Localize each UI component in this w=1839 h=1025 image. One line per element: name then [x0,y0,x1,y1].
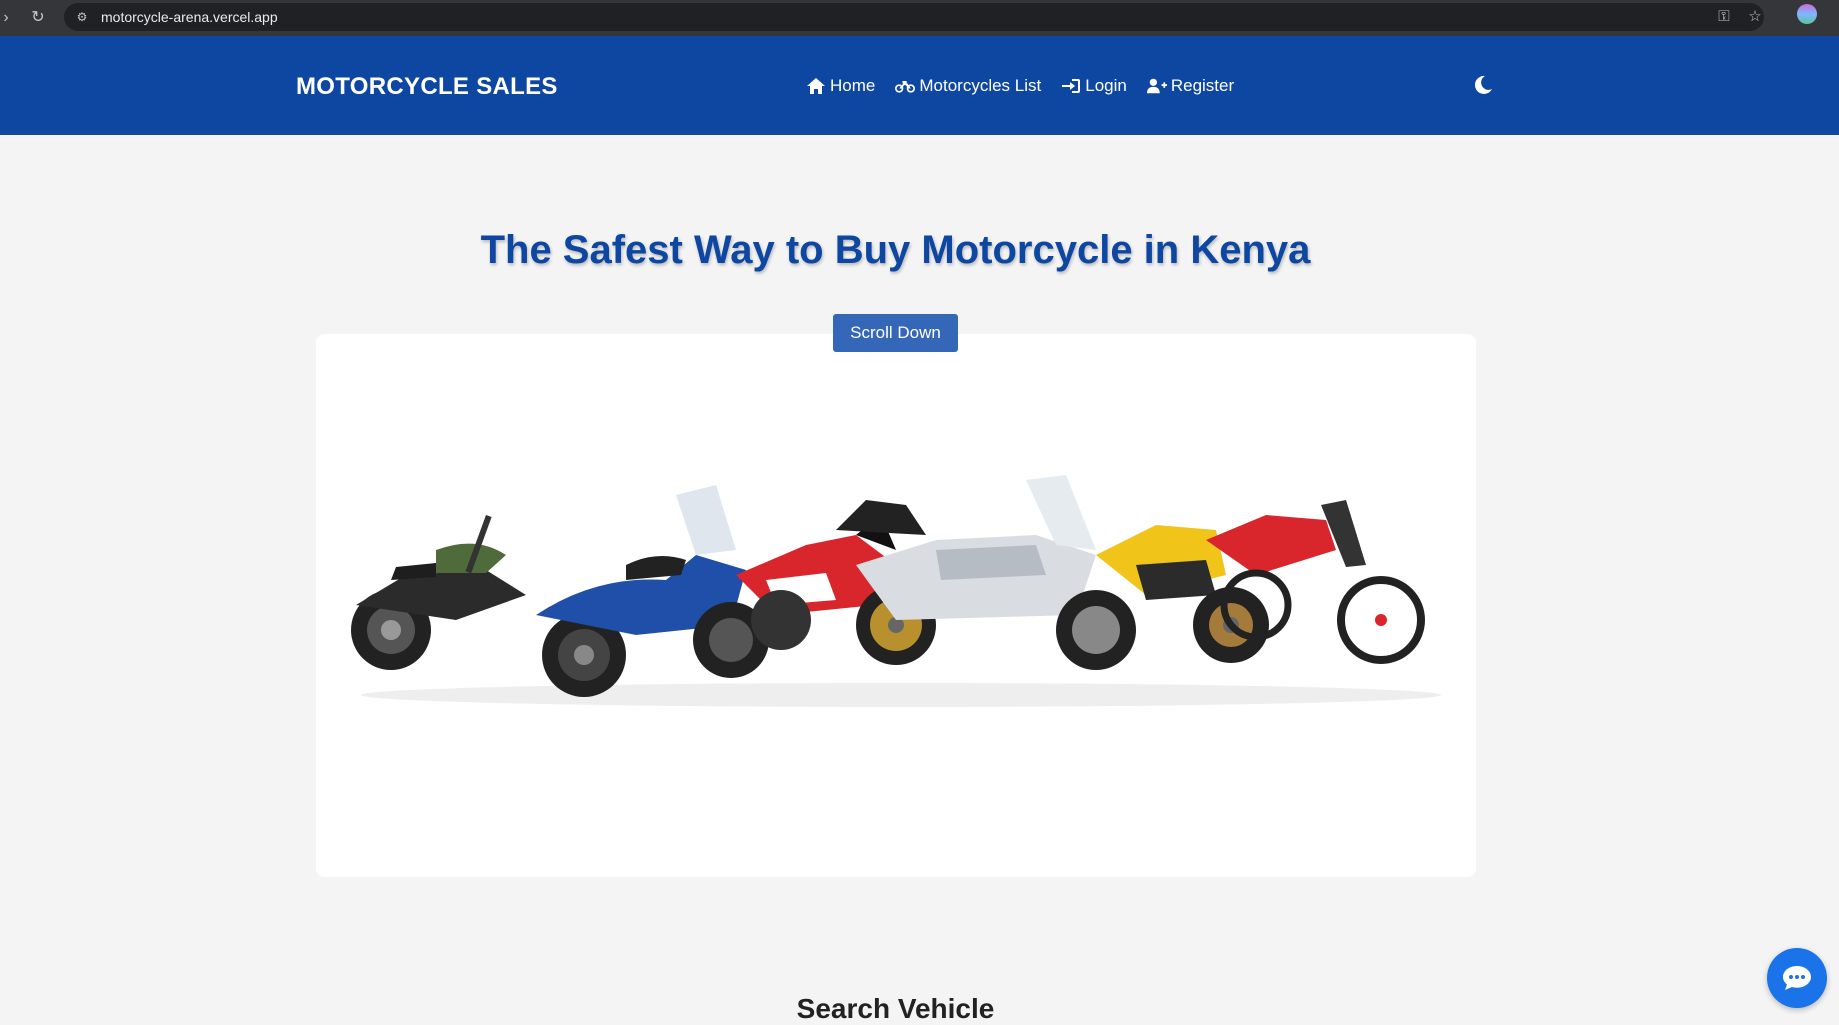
bookmark-star-icon[interactable]: ☆ [1744,6,1766,28]
profile-avatar[interactable] [1797,4,1817,24]
back-icon[interactable]: › [0,6,18,30]
browser-toolbar: › ↻ ⚙ motorcycle-arena.vercel.app ⚿ ☆ [0,0,1839,36]
scroll-down-button[interactable]: Scroll Down [833,314,958,352]
cruiser-bike [351,515,526,670]
home-icon [807,78,825,94]
reload-icon[interactable]: ↻ [26,6,50,30]
search-vehicle-title: Search Vehicle [796,993,995,1024]
nav-login[interactable]: Login [1061,76,1127,96]
site-header: MOTORCYCLE SALES Home Motorcycles List L… [0,36,1839,135]
nav-register-label: Register [1170,76,1235,95]
url-text: motorcycle-arena.vercel.app [101,9,278,25]
password-key-icon[interactable]: ⚿ [1713,6,1735,28]
nav-home[interactable]: Home [806,76,875,96]
user-plus-icon [1146,78,1167,94]
motorcycles-lineup-image [351,475,1441,707]
chat-button[interactable] [1767,948,1827,1008]
motorcycle-icon [895,81,916,93]
main-nav: Home Motorcycles List Login Register [806,76,1234,96]
nav-register[interactable]: Register [1146,76,1235,96]
nav-home-label: Home [830,76,876,95]
chat-bubble-icon [1783,966,1811,990]
login-icon [1062,79,1081,93]
nav-login-label: Login [1085,76,1127,95]
scooter-bike [536,485,769,697]
hero-title: The Safest Way to Buy Motorcycle in Keny… [480,228,1311,272]
nav-motorcycles-list-label: Motorcycles List [919,76,1042,95]
site-settings-icon[interactable]: ⚙ [74,9,90,25]
address-bar[interactable]: ⚙ motorcycle-arena.vercel.app [64,3,1764,31]
brand-logo[interactable]: MOTORCYCLE SALES [296,73,558,101]
nav-motorcycles-list[interactable]: Motorcycles List [895,76,1041,96]
moon-icon[interactable] [1472,74,1494,96]
